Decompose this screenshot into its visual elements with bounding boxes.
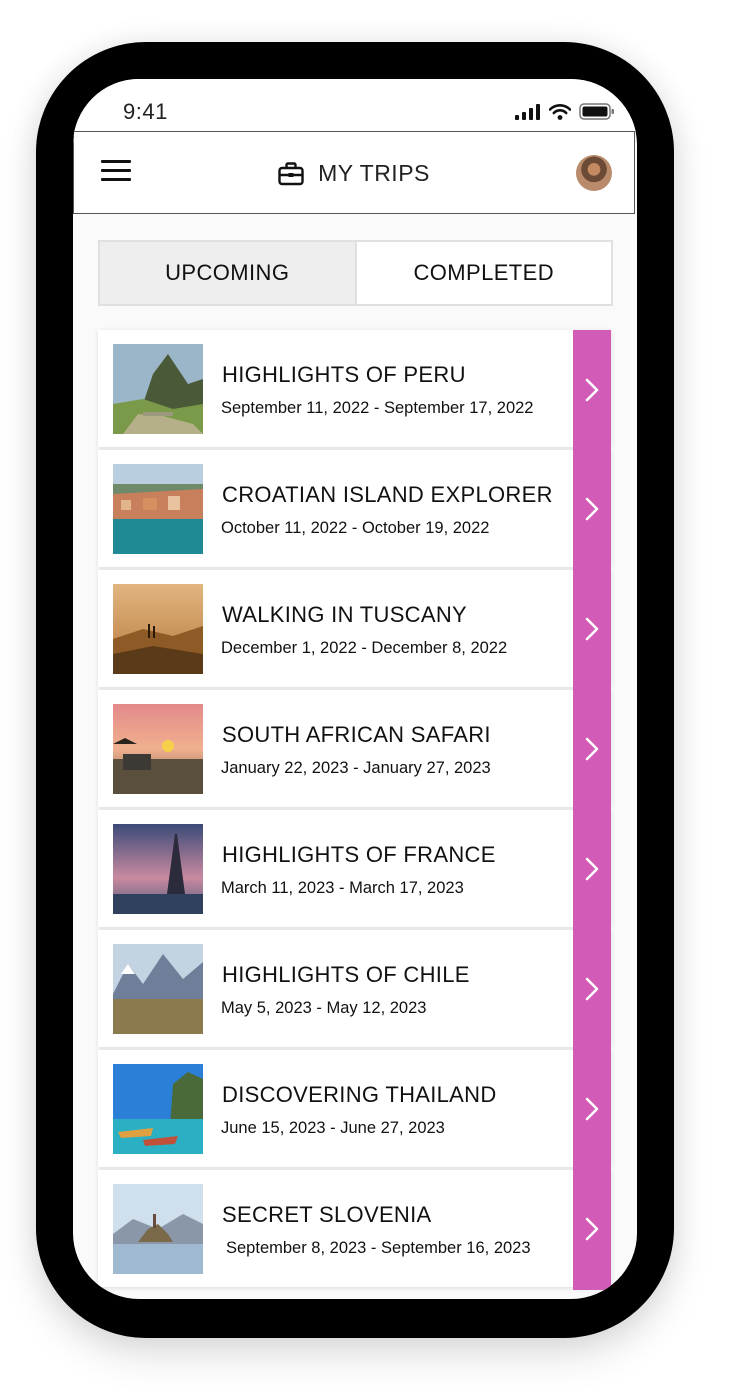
trip-open-button[interactable] — [573, 1168, 611, 1290]
chevron-right-icon — [585, 1097, 599, 1121]
trip-title: DISCOVERING THAILAND — [222, 1082, 497, 1107]
chevron-right-icon — [585, 857, 599, 881]
trip-dates: June 15, 2023 - June 27, 2023 — [221, 1119, 445, 1137]
trip-dates: March 11, 2023 - March 17, 2023 — [221, 879, 464, 897]
header-title-group: MY TRIPS — [74, 132, 634, 215]
briefcase-icon — [278, 161, 304, 185]
chevron-right-icon — [585, 977, 599, 1001]
trip-dates: May 5, 2023 - May 12, 2023 — [221, 999, 427, 1017]
app-header: MY TRIPS — [73, 131, 635, 214]
trip-list: HIGHLIGHTS OF PERU September 11, 2022 - … — [98, 330, 611, 1290]
phone-screen: 9:41 MY TRIPS UPCOMING COMPLETED HIGHLIG… — [73, 79, 637, 1299]
trip-open-button[interactable] — [573, 1048, 611, 1170]
trip-image — [113, 704, 203, 794]
trip-title: CROATIAN ISLAND EXPLORER — [222, 482, 553, 507]
user-avatar[interactable] — [576, 155, 612, 191]
trip-image — [113, 944, 203, 1034]
trip-image — [113, 464, 203, 554]
wifi-icon — [549, 103, 571, 120]
trip-card[interactable]: WALKING IN TUSCANY December 1, 2022 - De… — [98, 568, 611, 690]
chevron-right-icon — [585, 1217, 599, 1241]
trip-card[interactable]: SOUTH AFRICAN SAFARI January 22, 2023 - … — [98, 688, 611, 810]
trip-dates: January 22, 2023 - January 27, 2023 — [221, 759, 491, 777]
trip-title: WALKING IN TUSCANY — [222, 602, 467, 627]
chevron-right-icon — [585, 378, 599, 402]
trip-image — [113, 1064, 203, 1154]
tab-completed[interactable]: COMPLETED — [357, 242, 612, 304]
trip-card[interactable]: CROATIAN ISLAND EXPLORER October 11, 202… — [98, 448, 611, 570]
trip-open-button[interactable] — [573, 928, 611, 1050]
trip-image — [113, 824, 203, 914]
tab-upcoming[interactable]: UPCOMING — [100, 242, 357, 304]
trip-open-button[interactable] — [573, 568, 611, 690]
page-title: MY TRIPS — [318, 160, 430, 186]
trip-title: SECRET SLOVENIA — [222, 1202, 432, 1227]
status-time: 9:41 — [123, 99, 168, 124]
trip-title: HIGHLIGHTS OF PERU — [222, 362, 466, 387]
trip-image — [113, 1184, 203, 1274]
trip-card[interactable]: HIGHLIGHTS OF PERU September 11, 2022 - … — [98, 330, 611, 450]
trip-title: SOUTH AFRICAN SAFARI — [222, 722, 491, 747]
trip-card[interactable]: HIGHLIGHTS OF CHILE May 5, 2023 - May 12… — [98, 928, 611, 1050]
trip-open-button[interactable] — [573, 808, 611, 930]
trip-open-button[interactable] — [573, 688, 611, 810]
trip-image — [113, 344, 203, 434]
trip-card[interactable]: SECRET SLOVENIA September 8, 2023 - Sept… — [98, 1168, 611, 1290]
trip-dates: September 11, 2022 - September 17, 2022 — [221, 399, 534, 417]
chevron-right-icon — [585, 617, 599, 641]
status-icons — [515, 103, 615, 120]
trip-open-button[interactable] — [573, 448, 611, 570]
trip-dates: September 8, 2023 - September 16, 2023 — [226, 1239, 531, 1257]
chevron-right-icon — [585, 737, 599, 761]
trip-tabs: UPCOMING COMPLETED — [98, 240, 613, 306]
battery-icon — [579, 103, 614, 120]
chevron-right-icon — [585, 497, 599, 521]
status-bar: 9:41 — [73, 79, 637, 131]
signal-icon — [515, 103, 540, 120]
trip-title: HIGHLIGHTS OF FRANCE — [222, 842, 496, 867]
trip-card[interactable]: DISCOVERING THAILAND June 15, 2023 - Jun… — [98, 1048, 611, 1170]
trip-image — [113, 584, 203, 674]
trip-dates: December 1, 2022 - December 8, 2022 — [221, 639, 508, 657]
trip-title: HIGHLIGHTS OF CHILE — [222, 962, 470, 987]
trip-card[interactable]: HIGHLIGHTS OF FRANCE March 11, 2023 - Ma… — [98, 808, 611, 930]
trip-dates: October 11, 2022 - October 19, 2022 — [221, 519, 490, 537]
trip-open-button[interactable] — [573, 330, 611, 450]
